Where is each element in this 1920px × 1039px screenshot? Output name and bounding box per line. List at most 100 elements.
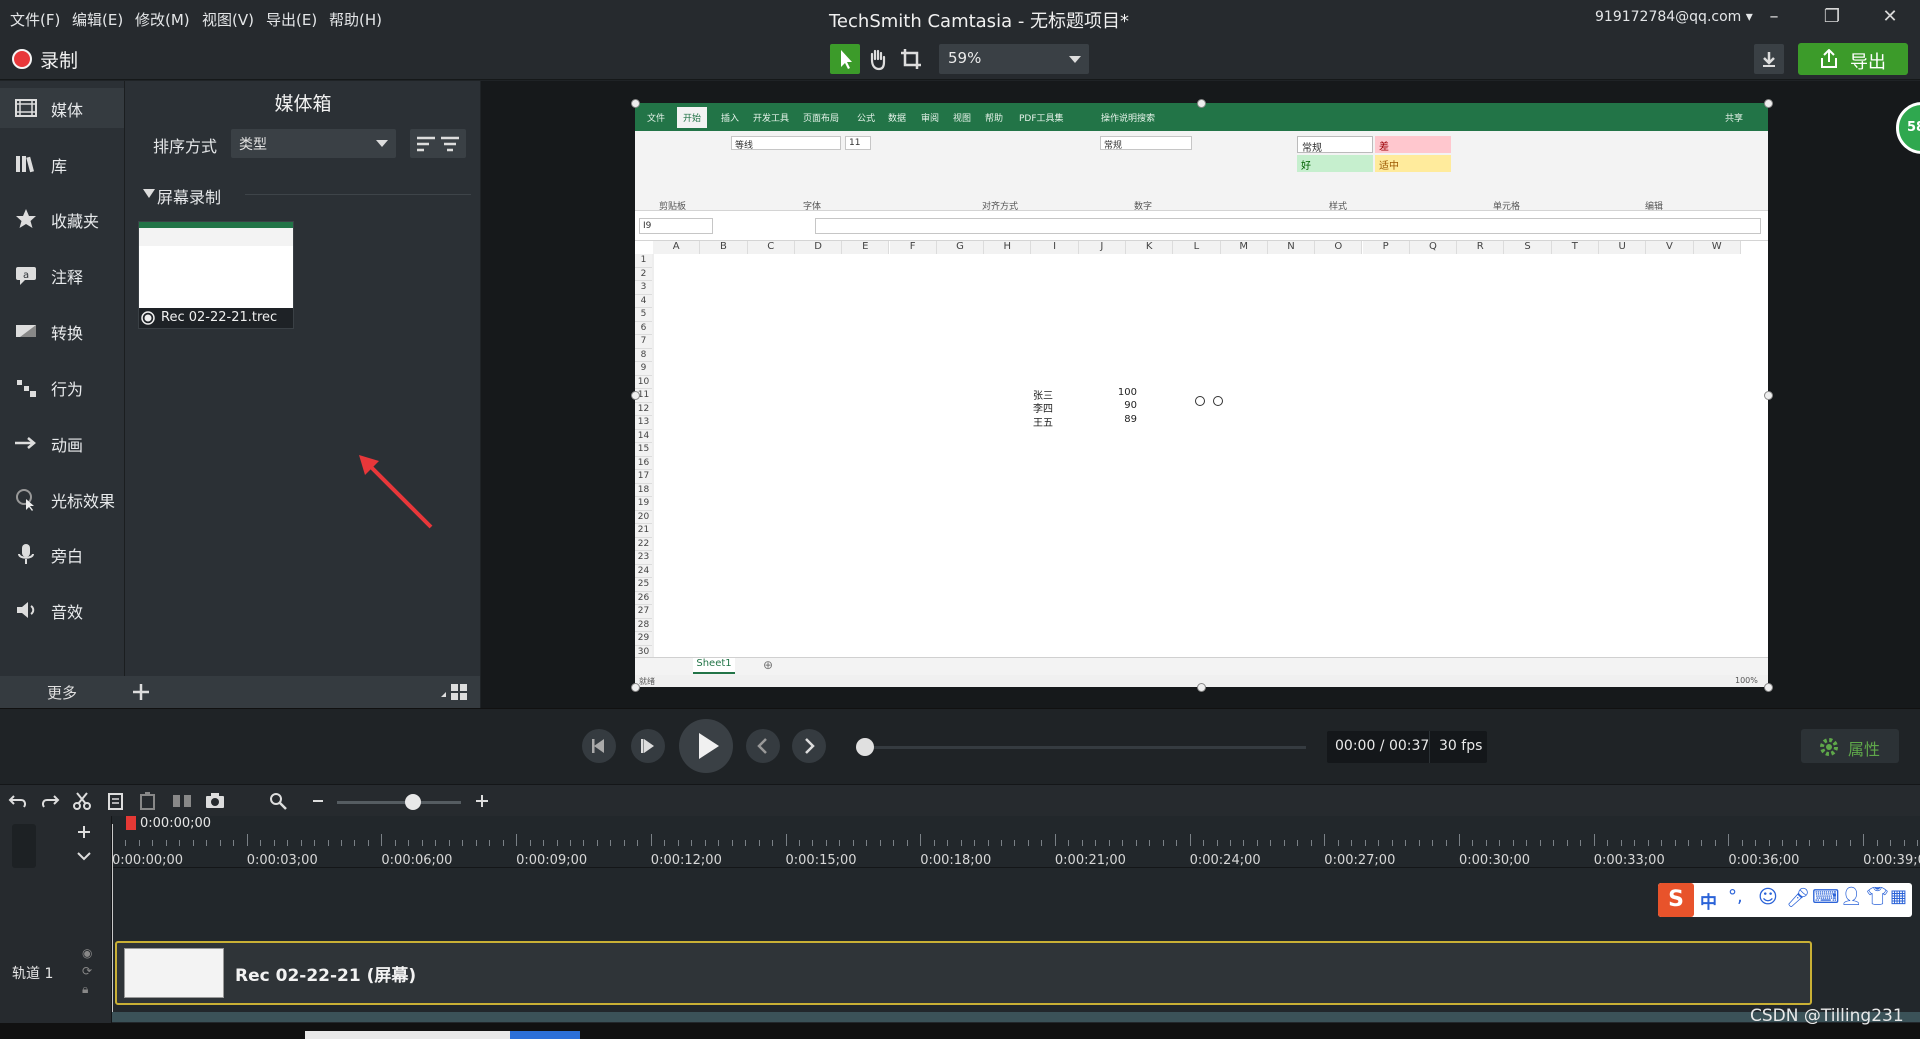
timeline-clip[interactable]: Rec 02-22-21 (屏幕) [115,941,1812,1005]
excel-formula-input [815,218,1761,234]
export-button[interactable]: 导出 [1798,43,1908,75]
group-header[interactable]: 屏幕录制 [157,184,221,208]
pan-tool-button[interactable] [863,44,893,74]
zoom-dropdown[interactable]: 59% [939,44,1089,74]
playhead-marker[interactable] [126,816,136,830]
panel-title: 媒体箱 [274,93,332,115]
resize-handle[interactable] [631,391,640,400]
excel-cell: 100 [1117,387,1137,398]
chevron-left-icon [757,738,767,754]
ime-toolbar[interactable]: S 中 °, ☺ 🎤︎ ⌨ 👤︎ 👕︎ ▦ [1658,883,1912,917]
excel-name-box: I9 [639,218,713,234]
ruler-tick [1310,840,1312,846]
timeline-panel: 轨道 1 ◉ ⟳ 🔒︎ 0:00:00;00 0:00:00;00 0:00:03… [0,816,1920,1039]
excel-column-header: U [1599,241,1647,254]
speaker-icon [17,602,35,618]
sidebar-item-library[interactable]: 库 [0,144,124,184]
ruler-tick [1432,840,1434,846]
excel-tab: 视图 [953,114,972,124]
more-button[interactable]: 更多 [0,676,124,708]
excel-style-neutral: 适中 [1375,155,1451,172]
camera-icon[interactable] [205,791,225,811]
sidebar-item-annotations[interactable]: a 注释 [0,255,124,295]
next-marker-button[interactable] [792,729,826,763]
resize-handle[interactable] [1764,391,1773,400]
add-track-icon[interactable] [74,822,94,842]
excel-column-header: P [1362,241,1410,254]
resize-handle[interactable] [1197,683,1206,692]
eye-icon[interactable]: ◉ [82,946,92,960]
resize-handle[interactable] [631,99,640,108]
ruler-tick [1553,840,1555,846]
resize-handle[interactable] [1764,683,1773,692]
menu-help[interactable]: 帮助(H) [329,9,382,30]
sort-order-buttons[interactable] [410,129,466,158]
download-button[interactable] [1754,44,1784,74]
sidebar-item-audio-effects[interactable]: 音效 [0,590,124,630]
ruler-tick [1337,840,1339,846]
menu-view[interactable]: 视图(V) [202,9,254,30]
properties-button[interactable]: 属性 [1801,729,1899,763]
punctuation-icon: °, [1728,886,1743,907]
play-button[interactable] [679,719,733,773]
ruler-tick [206,840,208,846]
excel-row-header: 28 [635,618,652,632]
minimize-button[interactable]: – [1760,6,1788,30]
resize-handle[interactable] [1197,99,1206,108]
restore-button[interactable]: ❐ [1818,6,1846,30]
record-icon [12,49,32,69]
recording-preview[interactable]: 文件 开始 插入 开发工具 页面布局 公式 数据 审阅 视图 帮助 PDF工具集… [635,103,1768,687]
ruler-tick-label: 0:00:30;00 [1459,853,1531,868]
ruler-tick [920,834,922,846]
step-forward-button[interactable] [631,729,665,763]
ruler-tick [1620,840,1622,846]
timeline-scrollbar[interactable] [112,1012,1920,1022]
account-menu[interactable]: 919172784@qq.com ▾ [1595,9,1753,25]
timeline-ruler[interactable]: 0:00:00;00 0:00:00;00 0:00:03;00 0:00:06;0… [112,816,1920,868]
previous-marker-button[interactable] [746,729,780,763]
sidebar-item-voice-narration[interactable]: 旁白 [0,534,124,574]
sidebar-item-media[interactable]: 媒体 [0,88,124,128]
undo-icon[interactable] [8,791,28,811]
cut-icon[interactable] [72,791,92,811]
split-icon[interactable] [172,791,192,811]
link-icon[interactable]: ⟳ [82,964,92,978]
timeline-zoom-slider[interactable] [337,801,461,804]
sidebar-item-animations[interactable]: 动画 [0,423,124,463]
ruler-tick [1512,840,1514,846]
zoom-in-icon[interactable] [472,791,492,811]
paste-icon[interactable] [138,791,158,811]
resize-handle[interactable] [1764,99,1773,108]
crop-tool-button[interactable] [896,44,926,74]
ruler-tick [596,840,598,846]
add-icon[interactable] [132,683,150,701]
sidebar-item-favorites[interactable]: 收藏夹 [0,199,124,239]
sidebar-item-cursor-effects[interactable]: 光标效果 [0,479,124,519]
menu-edit[interactable]: 编辑(E) [72,9,123,30]
menu-modify[interactable]: 修改(M) [135,9,190,30]
chevron-down-icon[interactable] [74,846,94,866]
sidebar-item-behaviors[interactable]: 行为 [0,367,124,407]
select-tool-button[interactable] [830,44,860,74]
scrub-handle[interactable] [856,738,874,756]
record-button[interactable]: 录制 [12,46,78,72]
sort-dropdown[interactable]: 类型 [231,129,396,158]
step-back-button[interactable] [582,729,616,763]
zoom-out-icon[interactable] [308,791,328,811]
redo-icon[interactable] [40,791,60,811]
sidebar-item-transitions[interactable]: 转换 [0,311,124,351]
close-button[interactable]: ✕ [1876,6,1904,30]
resize-handle[interactable] [631,683,640,692]
timeline-zoom-handle[interactable] [405,794,421,810]
ruler-tick [1634,840,1636,846]
menu-file[interactable]: 文件(F) [10,9,60,30]
track-height-slider[interactable] [12,824,36,868]
ruler-tick [435,840,437,846]
scrub-bar[interactable] [858,746,1306,749]
menu-export[interactable]: 导出(E) [266,9,317,30]
copy-icon[interactable] [106,791,126,811]
lock-icon[interactable]: 🔒︎ [82,982,88,997]
grid-view-icon[interactable] [440,682,470,702]
search-icon[interactable] [268,791,288,811]
ruler-tick [556,840,558,846]
